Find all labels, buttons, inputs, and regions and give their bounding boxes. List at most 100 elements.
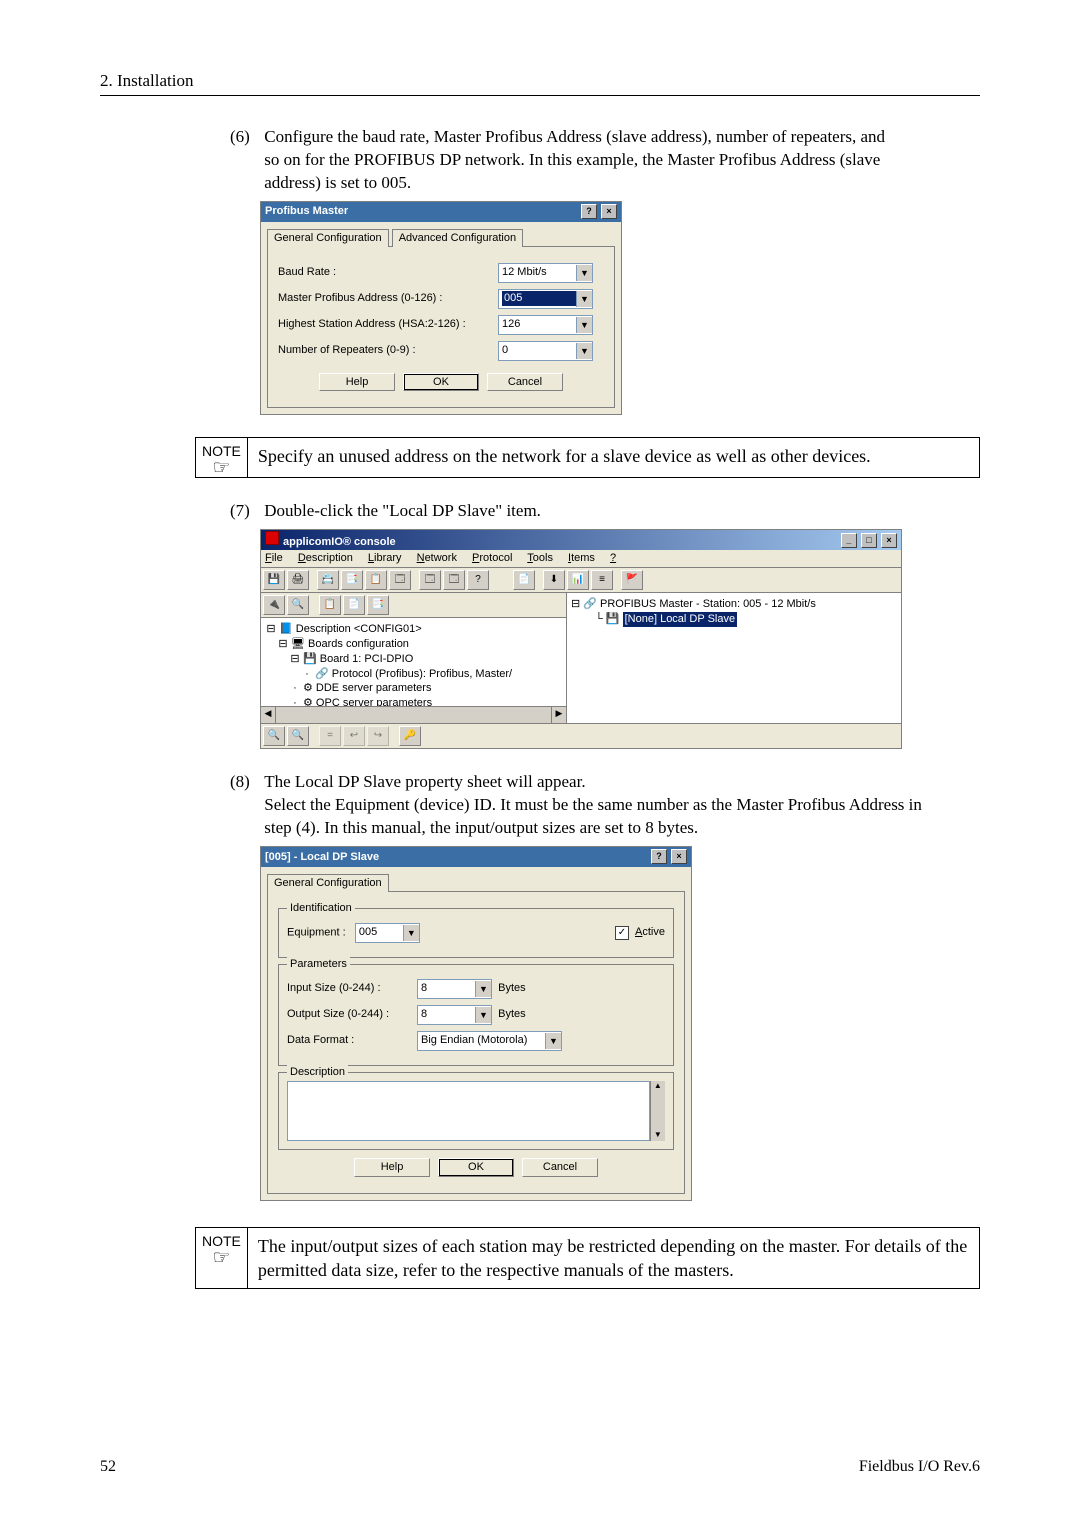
chevron-down-icon: ▼: [576, 343, 592, 359]
tool-icon[interactable]: ⬇: [543, 570, 565, 590]
step6-text: Configure the baud rate, Master Profibus…: [264, 126, 904, 195]
data-format-select[interactable]: Big Endian (Motorola)▼: [417, 1031, 562, 1051]
menu-network[interactable]: Network: [417, 552, 457, 564]
slave-tree[interactable]: ⊟ 🔗 PROFIBUS Master - Station: 005 - 12 …: [567, 593, 901, 723]
maximize-icon[interactable]: □: [861, 533, 877, 548]
menu-items[interactable]: Items: [568, 552, 595, 564]
active-checkbox[interactable]: ✓: [615, 926, 629, 940]
config-tree[interactable]: ⊟📘 Description <CONFIG01> ⊟🖥 Boards conf…: [261, 618, 566, 706]
menu-library[interactable]: Library: [368, 552, 402, 564]
chevron-down-icon: ▼: [576, 317, 592, 333]
section-header: 2. Installation: [100, 70, 980, 93]
tool-icon[interactable]: 📄: [513, 570, 535, 590]
cancel-button[interactable]: Cancel: [522, 1158, 598, 1177]
ok-button[interactable]: OK: [438, 1158, 514, 1177]
note-box-1: NOTE ☞ Specify an unused address on the …: [195, 437, 980, 478]
tab-general-configuration[interactable]: General Configuration: [267, 874, 389, 892]
main-toolbar: 💾 🖨 📇 📑 📋 🗔 🗔 🗔 ? 📄 ⬇ 📊 ≡ 🚩: [261, 568, 901, 593]
local-dp-slave-node[interactable]: [None] Local DP Slave: [623, 612, 737, 627]
tool-icon[interactable]: ≡: [591, 570, 613, 590]
tab-general-configuration[interactable]: General Configuration: [267, 229, 389, 247]
chevron-down-icon: ▼: [475, 981, 491, 997]
tool-icon[interactable]: 📄: [343, 595, 365, 615]
app-icon: [265, 531, 279, 545]
flag-icon[interactable]: 🚩: [621, 570, 643, 590]
menu-help[interactable]: ?: [610, 552, 616, 564]
equipment-label: Equipment :: [287, 926, 346, 938]
description-group: Description: [287, 1065, 348, 1080]
hsa-select[interactable]: 126▼: [498, 315, 593, 335]
tool-icon[interactable]: 🗔: [419, 570, 441, 590]
scroll-right-icon[interactable]: ▶: [551, 707, 566, 723]
pointing-hand-icon: ☞: [202, 461, 241, 475]
active-label: Active: [635, 926, 665, 938]
hsa-label: Highest Station Address (HSA:2-126) :: [278, 317, 498, 332]
tool-icon[interactable]: 🔑: [399, 726, 421, 746]
description-textarea[interactable]: [287, 1081, 650, 1141]
output-size-select[interactable]: 8▼: [417, 1005, 492, 1025]
menubar: File Description Library Network Protoco…: [261, 550, 901, 568]
page-number: 52: [100, 1456, 116, 1478]
master-address-select[interactable]: 005▼: [498, 289, 593, 309]
close-icon[interactable]: ×: [671, 849, 687, 864]
tool-icon[interactable]: 🗔: [443, 570, 465, 590]
help-button[interactable]: Help: [354, 1158, 430, 1177]
note2-text: The input/output sizes of each station m…: [248, 1228, 979, 1289]
tool-icon[interactable]: 🗔: [389, 570, 411, 590]
scrollbar[interactable]: ▲▼: [650, 1081, 665, 1141]
master-address-label: Master Profibus Address (0-126) :: [278, 291, 498, 306]
header-rule: [100, 95, 980, 96]
step8-line1: The Local DP Slave property sheet will a…: [264, 772, 585, 791]
menu-file[interactable]: File: [265, 552, 283, 564]
input-size-select[interactable]: 8▼: [417, 979, 492, 999]
menu-tools[interactable]: Tools: [527, 552, 553, 564]
tool-icon: =: [319, 726, 341, 746]
repeaters-label: Number of Repeaters (0-9) :: [278, 343, 498, 358]
ok-button[interactable]: OK: [403, 373, 479, 392]
tool-icon[interactable]: 🔍: [263, 726, 285, 746]
local-dp-slave-dialog: [005] - Local DP Slave ? × General Confi…: [260, 846, 692, 1201]
tool-icon[interactable]: 🔍: [287, 595, 309, 615]
help-hint-icon[interactable]: ?: [651, 849, 667, 864]
scroll-down-icon[interactable]: ▼: [654, 1130, 662, 1141]
tab-advanced-configuration[interactable]: Advanced Configuration: [392, 229, 523, 247]
print-icon[interactable]: 🖨: [287, 570, 309, 590]
chevron-down-icon: ▼: [576, 265, 592, 281]
close-icon[interactable]: ×: [601, 204, 617, 219]
menu-description[interactable]: Description: [298, 552, 353, 564]
output-size-label: Output Size (0-244) :: [287, 1007, 417, 1022]
step6-num: (6): [230, 126, 260, 149]
dlg2-title: [005] - Local DP Slave: [265, 850, 379, 865]
save-icon[interactable]: 💾: [263, 570, 285, 590]
menu-protocol[interactable]: Protocol: [472, 552, 512, 564]
pointing-hand-icon: ☞: [202, 1251, 241, 1265]
help-icon[interactable]: ?: [467, 570, 489, 590]
step8-line2: Select the Equipment (device) ID. It mus…: [264, 795, 922, 837]
cancel-button[interactable]: Cancel: [487, 373, 563, 392]
scroll-left-icon[interactable]: ◀: [261, 707, 276, 723]
tool-icon: ↩: [343, 726, 365, 746]
tool-icon[interactable]: 📑: [341, 570, 363, 590]
scroll-up-icon[interactable]: ▲: [654, 1081, 662, 1092]
repeaters-select[interactable]: 0▼: [498, 341, 593, 361]
baud-rate-label: Baud Rate :: [278, 265, 498, 280]
tool-icon[interactable]: 📋: [319, 595, 341, 615]
tool-icon[interactable]: 📇: [317, 570, 339, 590]
applicom-console-window: applicomIO® console _ □ × File Descripti…: [260, 529, 902, 749]
tool-icon[interactable]: 📑: [367, 595, 389, 615]
input-size-label: Input Size (0-244) :: [287, 981, 417, 996]
tool-icon[interactable]: 📊: [567, 570, 589, 590]
equipment-select[interactable]: 005▼: [355, 923, 420, 943]
help-hint-icon[interactable]: ?: [581, 204, 597, 219]
minimize-icon[interactable]: _: [841, 533, 857, 548]
baud-rate-select[interactable]: 12 Mbit/s▼: [498, 263, 593, 283]
tool-icon[interactable]: 📋: [365, 570, 387, 590]
tool-icon[interactable]: 🔍: [287, 726, 309, 746]
help-button[interactable]: Help: [319, 373, 395, 392]
parameters-group: Parameters: [287, 957, 350, 972]
tool-icon[interactable]: 🔌: [263, 595, 285, 615]
bytes-label: Bytes: [498, 1007, 526, 1022]
close-icon[interactable]: ×: [881, 533, 897, 548]
dlg1-title: Profibus Master: [265, 204, 348, 219]
step7-text: Double-click the "Local DP Slave" item.: [264, 500, 904, 523]
